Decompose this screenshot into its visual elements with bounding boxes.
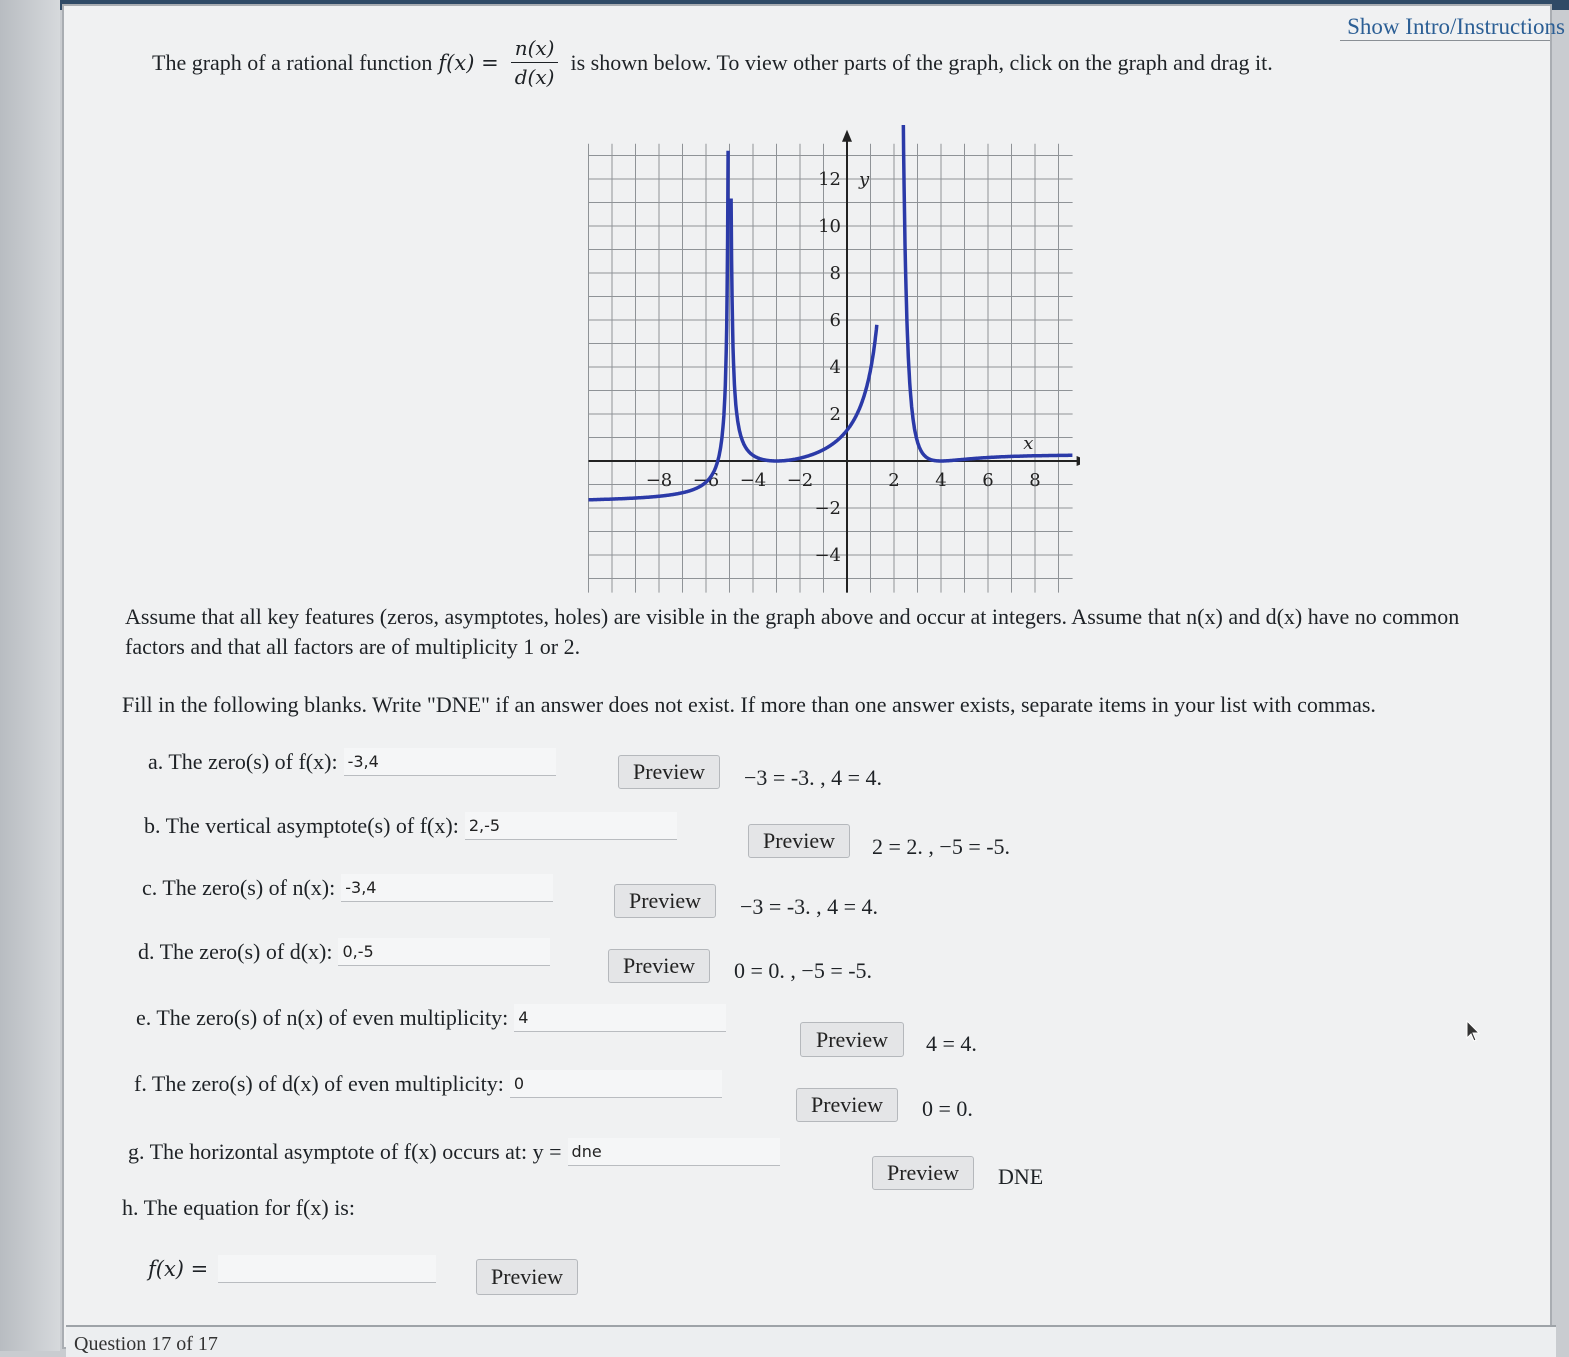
- y-axis-label: y: [858, 169, 870, 190]
- intro-divider: [1340, 40, 1550, 41]
- y-tick-label: 4: [830, 357, 841, 378]
- prompt-fraction: n(x) d(x): [510, 36, 559, 89]
- preview-a-button[interactable]: Preview: [618, 755, 720, 789]
- preview-c-output: −3 = -3. , 4 = 4.: [740, 894, 879, 919]
- x-tick-label: 4: [935, 470, 946, 491]
- preview-g-button[interactable]: Preview: [872, 1156, 974, 1190]
- y-axis-arrow-icon: [842, 129, 852, 142]
- answer-g-input[interactable]: dne: [567, 1138, 780, 1166]
- preview-b-output: 2 = 2. , −5 = -5.: [872, 834, 1011, 859]
- answer-e-input[interactable]: 4: [514, 1004, 727, 1032]
- prompt-denominator: d(x): [514, 65, 555, 89]
- prompt-fx: f(x) =: [438, 50, 499, 75]
- answer-h-input[interactable]: [218, 1255, 437, 1283]
- preview-c-button[interactable]: Preview: [614, 884, 716, 918]
- answer-c-input[interactable]: -3,4: [341, 874, 554, 902]
- assumption-text: Assume that all key features (zeros, asy…: [125, 604, 1460, 659]
- instructions-text: Fill in the following blanks. Write "DNE…: [122, 692, 1376, 717]
- show-intro-link[interactable]: Show Intro/Instructions: [1347, 14, 1565, 40]
- x-tick-label: −2: [787, 470, 814, 491]
- answer-d-input[interactable]: 0,-5: [338, 938, 551, 966]
- function-graph[interactable]: −8 −6 −4 −2 2 4 6 824681012−2−4xy: [585, 125, 1080, 610]
- x-tick-label: 6: [982, 470, 993, 491]
- y-tick-label: −2: [814, 498, 841, 519]
- answer-a-input[interactable]: -3,4: [343, 748, 556, 776]
- prompt-numerator: n(x): [510, 36, 559, 63]
- preview-g-output: DNE: [998, 1164, 1044, 1189]
- screen-bezel: [0, 0, 60, 1351]
- preview-d-output: 0 = 0. , −5 = -5.: [734, 958, 873, 983]
- question-e-label: e. The zero(s) of n(x) of even multiplic…: [136, 1005, 509, 1030]
- answer-b-input[interactable]: 2,-5: [464, 812, 677, 840]
- question-a: a. The zero(s) of f(x): -3,4: [148, 748, 556, 776]
- question-d-label: d. The zero(s) of d(x):: [138, 939, 333, 964]
- question-g-label: g. The horizontal asymptote of f(x) occu…: [128, 1139, 562, 1164]
- preview-f-button[interactable]: Preview: [796, 1088, 898, 1122]
- question-f-label: f. The zero(s) of d(x) of even multiplic…: [134, 1071, 504, 1096]
- question-a-label: a. The zero(s) of f(x):: [148, 749, 338, 774]
- question-h: h. The equation for f(x) is:: [122, 1195, 355, 1221]
- equation-label: f(x) =: [148, 1257, 209, 1281]
- y-tick-label: 10: [818, 216, 841, 237]
- preview-f-output: 0 = 0.: [922, 1096, 973, 1121]
- mouse-cursor-icon: [1466, 1020, 1481, 1042]
- y-tick-label: 2: [830, 404, 841, 425]
- question-footer: [66, 1325, 1556, 1357]
- x-tick-label: −8: [646, 470, 673, 491]
- question-b-label: b. The vertical asymptote(s) of f(x):: [144, 813, 459, 838]
- question-c: c. The zero(s) of n(x): -3,4: [142, 874, 554, 902]
- question-d: d. The zero(s) of d(x): 0,-5: [138, 938, 551, 966]
- question-h-label: h. The equation for f(x) is:: [122, 1195, 355, 1220]
- question-g: g. The horizontal asymptote of f(x) occu…: [128, 1138, 780, 1166]
- prompt-before: The graph of a rational function: [152, 49, 433, 75]
- y-tick-label: 8: [830, 263, 841, 284]
- question-counter: Question 17 of 17: [74, 1333, 218, 1355]
- x-tick-label: 8: [1029, 470, 1040, 491]
- preview-d-button[interactable]: Preview: [608, 949, 710, 983]
- question-e: e. The zero(s) of n(x) of even multiplic…: [136, 1004, 727, 1032]
- preview-a-output: −3 = -3. , 4 = 4.: [744, 765, 883, 790]
- question-c-label: c. The zero(s) of n(x):: [142, 875, 336, 900]
- x-tick-label: 2: [888, 470, 899, 491]
- prompt-after: is shown below. To view other parts of t…: [570, 49, 1273, 75]
- y-tick-label: −4: [814, 545, 841, 566]
- preview-b-button[interactable]: Preview: [748, 824, 850, 858]
- y-tick-label: 12: [818, 169, 841, 190]
- y-tick-label: 6: [830, 310, 841, 331]
- x-axis-arrow-icon: [1076, 456, 1080, 466]
- question-b: b. The vertical asymptote(s) of f(x): 2,…: [144, 812, 677, 840]
- problem-prompt: The graph of a rational function f(x) = …: [152, 36, 1273, 89]
- curve-left-branch: [587, 150, 730, 502]
- question-f: f. The zero(s) of d(x) of even multiplic…: [134, 1070, 722, 1098]
- answer-f-input[interactable]: 0: [509, 1070, 722, 1098]
- preview-e-button[interactable]: Preview: [800, 1022, 904, 1057]
- x-axis-label: x: [1023, 433, 1033, 454]
- equation-row: f(x) =: [148, 1255, 437, 1283]
- preview-h-button[interactable]: Preview: [476, 1259, 578, 1295]
- preview-e-output: 4 = 4.: [926, 1031, 977, 1056]
- x-tick-label: −4: [740, 470, 767, 491]
